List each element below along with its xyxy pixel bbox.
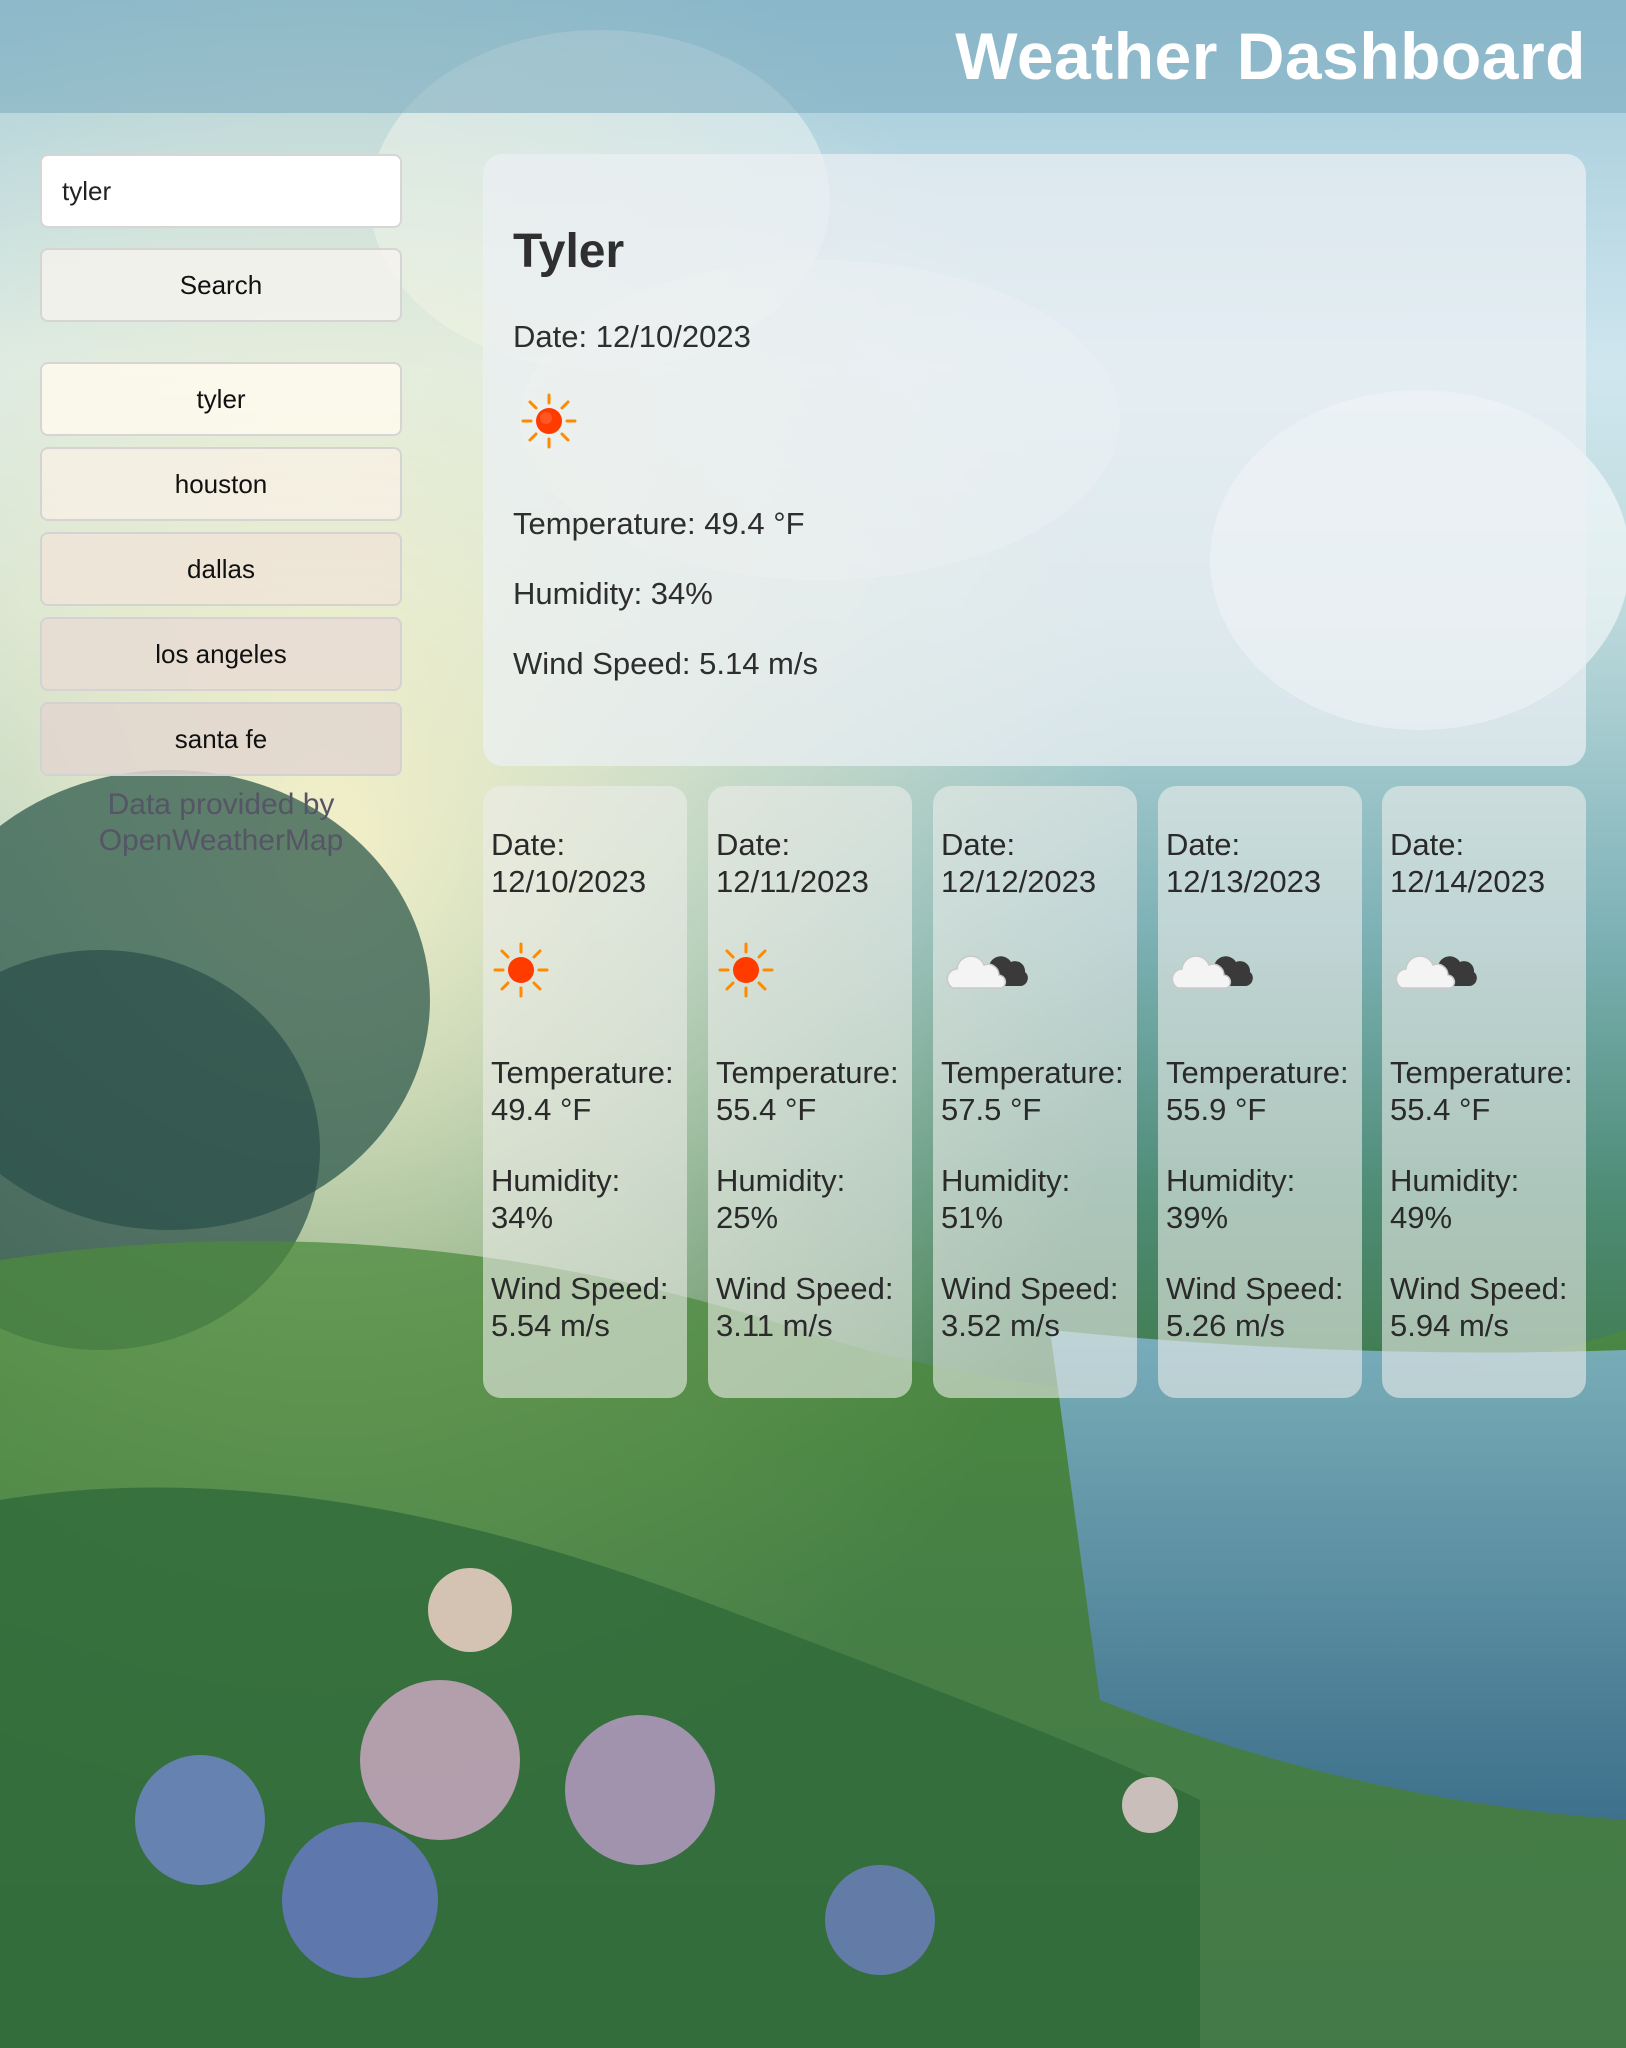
cloud-icon [946,955,1028,989]
history-button-santa-fe[interactable]: santa fe [40,702,402,776]
search-button[interactable]: Search [40,248,402,322]
current-date: Date: 12/10/2023 [513,319,751,354]
forecast-date: 12/14/2023 [1390,864,1546,899]
forecast-hum-label: Humidity: [1390,1163,1520,1198]
forecast-wind-label: Wind Speed: [716,1271,894,1306]
forecast-temp: 57.5 °F [941,1092,1042,1127]
header-bar: Weather Dashboard [0,0,1626,113]
sun-icon [493,942,549,998]
forecast-temp: 55.4 °F [716,1092,817,1127]
forecast-date-label: Date: [1390,827,1465,862]
history-button-tyler[interactable]: tyler [40,362,402,436]
current-wind-speed: Wind Speed: 5.14 m/s [513,646,818,681]
forecast-wind: 5.94 m/s [1390,1308,1509,1343]
search-history: tyler houston dallas los angeles santa f… [40,362,402,776]
forecast-card-day-3: Date: 12/12/2023 Temperature: 57.5 °F Hu… [933,786,1137,1398]
forecast-temp-label: Temperature: [716,1055,899,1090]
forecast-temp-label: Temperature: [941,1055,1124,1090]
data-credit: Data provided by OpenWeatherMap [98,788,344,857]
forecast-wind: 5.26 m/s [1166,1308,1285,1343]
forecast-hum-label: Humidity: [941,1163,1071,1198]
city-search-input[interactable] [40,154,402,228]
current-humidity: Humidity: 34% [513,576,713,611]
forecast-hum-label: Humidity: [716,1163,846,1198]
forecast-hum: 39% [1166,1200,1229,1235]
forecast-hum-label: Humidity: [1166,1163,1296,1198]
history-button-los-angeles[interactable]: los angeles [40,617,402,691]
forecast-wind-label: Wind Speed: [941,1271,1119,1306]
forecast-wind: 5.54 m/s [491,1308,610,1343]
current-temperature: Temperature: 49.4 °F [513,506,805,541]
forecast-temp-label: Temperature: [491,1055,674,1090]
sidebar: Search tyler houston dallas los angeles … [40,154,402,859]
forecast-date-label: Date: [716,827,791,862]
forecast-date-label: Date: [941,827,1016,862]
forecast-temp: 55.4 °F [1390,1092,1491,1127]
forecast-wind-label: Wind Speed: [1166,1271,1344,1306]
forecast-hum: 51% [941,1200,1004,1235]
forecast-temp-label: Temperature: [1166,1055,1349,1090]
forecast-card-day-4: Date: 12/13/2023 Temperature: 55.9 °F Hu… [1158,786,1362,1398]
sun-icon [718,942,774,998]
forecast-wind-label: Wind Speed: [1390,1271,1568,1306]
forecast-date: 12/11/2023 [716,864,869,899]
forecast-date: 12/10/2023 [491,864,647,899]
forecast-hum-label: Humidity: [491,1163,621,1198]
cloud-icon [1395,955,1477,989]
current-city-name: Tyler [513,225,625,278]
forecast-wind: 3.52 m/s [941,1308,1060,1343]
history-button-houston[interactable]: houston [40,447,402,521]
forecast-temp-label: Temperature: [1390,1055,1573,1090]
forecast-hum: 34% [491,1200,554,1235]
current-weather-card: Tyler Date: 12/10/2023 Temperature: 49.4… [483,154,1586,766]
forecast-wind: 3.11 m/s [716,1308,833,1343]
forecast-card-day-5: Date: 12/14/2023 Temperature: 55.4 °F Hu… [1382,786,1586,1398]
forecast-hum: 25% [716,1200,779,1235]
page-title: Weather Dashboard [955,19,1586,93]
cloud-icon [1171,955,1253,989]
forecast-row: Date: 12/10/2023 Temperature: 49.4 °F Hu… [483,786,1586,1398]
forecast-date: 12/13/2023 [1166,864,1322,899]
forecast-date: 12/12/2023 [941,864,1097,899]
history-button-dallas[interactable]: dallas [40,532,402,606]
forecast-temp: 55.9 °F [1166,1092,1267,1127]
sun-icon [521,393,577,449]
forecast-hum: 49% [1390,1200,1453,1235]
forecast-wind-label: Wind Speed: [491,1271,669,1306]
forecast-card-day-2: Date: 12/11/2023 Temperature: 55.4 °F Hu… [708,786,912,1398]
forecast-date-label: Date: [1166,827,1241,862]
forecast-temp: 49.4 °F [491,1092,592,1127]
forecast-date-label: Date: [491,827,566,862]
forecast-card-day-1: Date: 12/10/2023 Temperature: 49.4 °F Hu… [483,786,687,1398]
